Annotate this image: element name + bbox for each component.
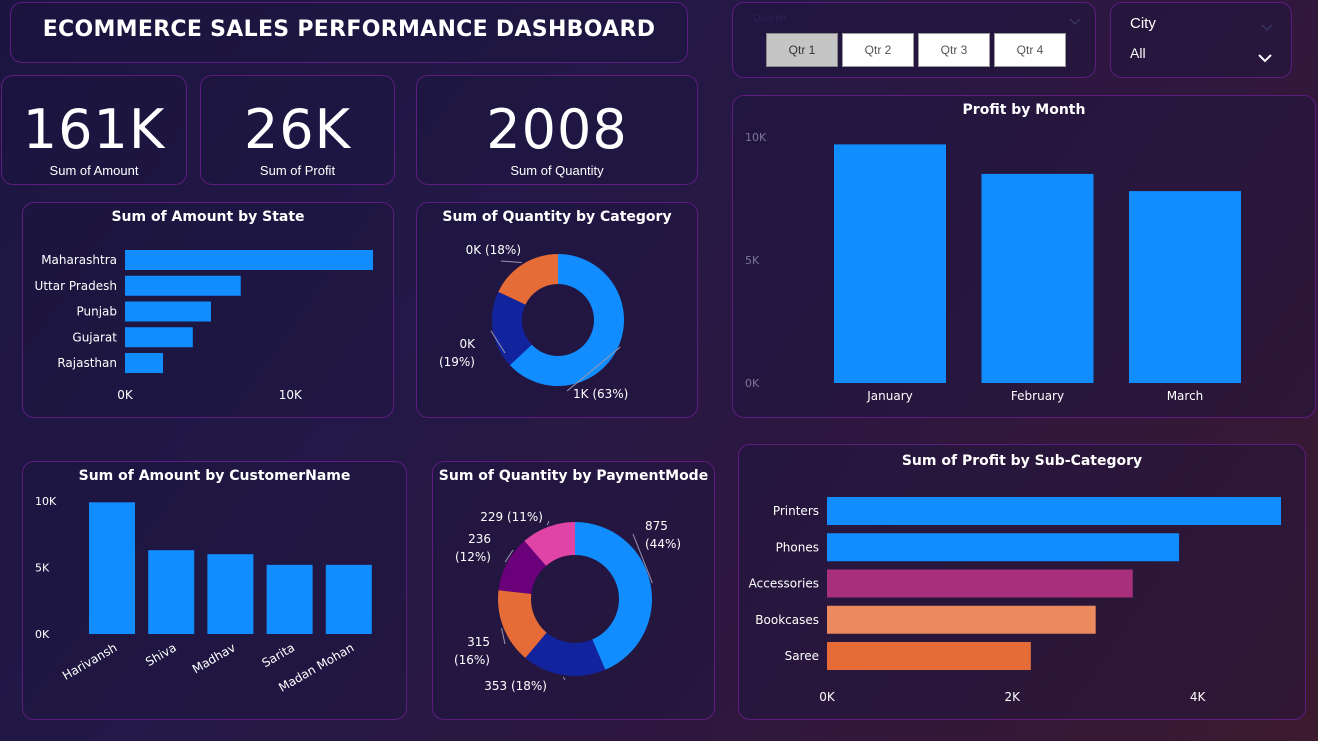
data-label: 0K	[459, 337, 476, 351]
dashboard-title: ECOMMERCE SALES PERFORMANCE DASHBOARD	[42, 17, 656, 42]
leader-line	[500, 260, 522, 264]
x-tick-label: 4K	[1190, 690, 1207, 704]
kpi-label: Sum of Amount	[49, 163, 139, 178]
data-label: (12%)	[455, 550, 491, 564]
data-label: 1K (63%)	[573, 387, 628, 401]
x-tick-label: Madhav	[190, 640, 238, 676]
quarter-button-1[interactable]: Qtr 1	[766, 33, 838, 67]
category-label: Printers	[773, 504, 819, 518]
x-tick-label: February	[1011, 389, 1064, 403]
y-tick-label: 5K	[35, 562, 50, 575]
leader-line	[562, 676, 566, 681]
x-tick-label: January	[866, 389, 913, 403]
data-label: 236	[468, 532, 491, 546]
category-label: Gujarat	[72, 330, 117, 344]
chart-quantity-by-paymentmode: Sum of Quantity by PaymentMode 875 (44%) 3…	[432, 461, 715, 720]
quarter-button-3[interactable]: Qtr 3	[918, 33, 990, 67]
bar	[827, 533, 1180, 562]
x-tick-label: 0K	[117, 388, 134, 402]
chart-profit-by-month: Profit by Month January February March 0K 5K…	[732, 95, 1316, 418]
bar	[207, 554, 254, 634]
quarter-slicer: Quarter Qtr 1 Qtr 2 Qtr 3 Qtr 4	[732, 2, 1096, 78]
data-label: (16%)	[454, 653, 490, 667]
kpi-value: 2008	[486, 98, 628, 161]
category-label: Punjab	[76, 305, 117, 319]
chart-profit-by-subcategory: Sum of Profit by Sub-Category Printers Ph…	[738, 444, 1306, 720]
bar	[827, 605, 1096, 634]
quarter-button-2[interactable]: Qtr 2	[842, 33, 914, 67]
x-tick-label: 0K	[819, 690, 836, 704]
bar	[125, 301, 211, 322]
x-tick-label: Sarita	[260, 640, 298, 670]
kpi-card-quantity: 2008 Sum of Quantity	[416, 75, 698, 185]
kpi-card-amount: 161K Sum of Amount	[1, 75, 187, 185]
bar	[827, 497, 1281, 525]
amount-by-state-svg: Maharashtra Uttar Pradesh Punjab Gujarat Raj…	[35, 250, 373, 402]
data-label: 0K (18%)	[466, 243, 521, 257]
bar	[834, 144, 946, 383]
data-label: (19%)	[439, 355, 475, 369]
bar	[827, 569, 1133, 598]
leader-line	[501, 627, 506, 645]
x-tick-label: 10K	[279, 388, 303, 402]
bar	[125, 327, 193, 348]
profit-by-subcategory-svg: Printers Phones Accessories Bookcases Saree 0…	[749, 497, 1281, 704]
quantity-by-category-svg: 1K (63%) 0K (19%) 0K (18%)	[439, 243, 628, 401]
leader-line	[546, 520, 550, 526]
kpi-value: 161K	[22, 98, 166, 161]
kpi-value: 26K	[243, 98, 352, 161]
x-tick-label: 2K	[1005, 690, 1022, 704]
bar	[266, 564, 313, 634]
category-label: Uttar Pradesh	[35, 279, 117, 293]
y-tick-label: 10K	[745, 131, 767, 144]
chevron-down-icon[interactable]	[1069, 11, 1081, 26]
category-label: Saree	[785, 649, 819, 663]
chart-amount-by-customer: Sum of Amount by CustomerName Harivansh S…	[22, 461, 407, 720]
profit-by-month-svg: January February March 0K 5K 10K	[745, 131, 1241, 403]
y-tick-label: 0K	[35, 628, 50, 641]
y-tick-label: 0K	[745, 377, 760, 390]
kpi-label: Sum of Profit	[259, 163, 336, 178]
x-tick-label: Harivansh	[60, 640, 119, 682]
data-label: 315	[467, 635, 490, 649]
category-label: Phones	[776, 540, 819, 554]
quarter-button-4[interactable]: Qtr 4	[994, 33, 1066, 67]
quantity-by-paymentmode-svg: 875 (44%) 353 (18%) 315 (16%) 236 (12%) 229 (11…	[454, 510, 681, 693]
bar	[981, 173, 1094, 383]
category-label: Bookcases	[755, 613, 819, 627]
bar	[827, 642, 1031, 670]
bar	[89, 502, 135, 634]
bar	[125, 275, 241, 296]
bar	[148, 550, 195, 634]
chevron-down-icon[interactable]	[1261, 17, 1273, 36]
x-tick-label: March	[1167, 389, 1204, 403]
y-tick-label: 5K	[745, 254, 760, 267]
category-label: Rajasthan	[57, 356, 117, 370]
y-tick-label: 10K	[35, 495, 57, 508]
data-label: 229 (11%)	[480, 510, 543, 524]
bar	[125, 250, 373, 270]
quarter-slicer-label: Quarter	[753, 13, 787, 24]
chart-quantity-by-category: Sum of Quantity by Category 1K (63%) 0K (1…	[416, 202, 698, 418]
bar	[325, 564, 372, 634]
data-label: (44%)	[645, 537, 681, 551]
kpi-label: Sum of Quantity	[510, 163, 604, 178]
data-label: 875	[645, 519, 668, 533]
city-slicer: City All	[1110, 2, 1292, 78]
amount-by-customer-svg: Harivansh Shiva Madhav SaritaMadan Mohan0K5…	[35, 495, 372, 695]
x-tick-label: Shiva	[143, 640, 179, 669]
bar	[1129, 191, 1241, 383]
category-label: Accessories	[749, 577, 819, 591]
category-label: Maharashtra	[41, 253, 117, 267]
chevron-down-icon	[1258, 48, 1272, 67]
bar	[125, 353, 164, 373]
kpi-card-profit: 26K Sum of Profit	[200, 75, 395, 185]
data-label: 353 (18%)	[484, 679, 547, 693]
city-dropdown[interactable]: All	[1130, 43, 1280, 65]
city-dropdown-value: All	[1130, 45, 1146, 61]
title-panel: ECOMMERCE SALES PERFORMANCE DASHBOARD	[10, 2, 688, 63]
city-slicer-label: City	[1130, 15, 1156, 32]
chart-amount-by-state: Sum of Amount by State Maharashtra Uttar …	[22, 202, 394, 418]
